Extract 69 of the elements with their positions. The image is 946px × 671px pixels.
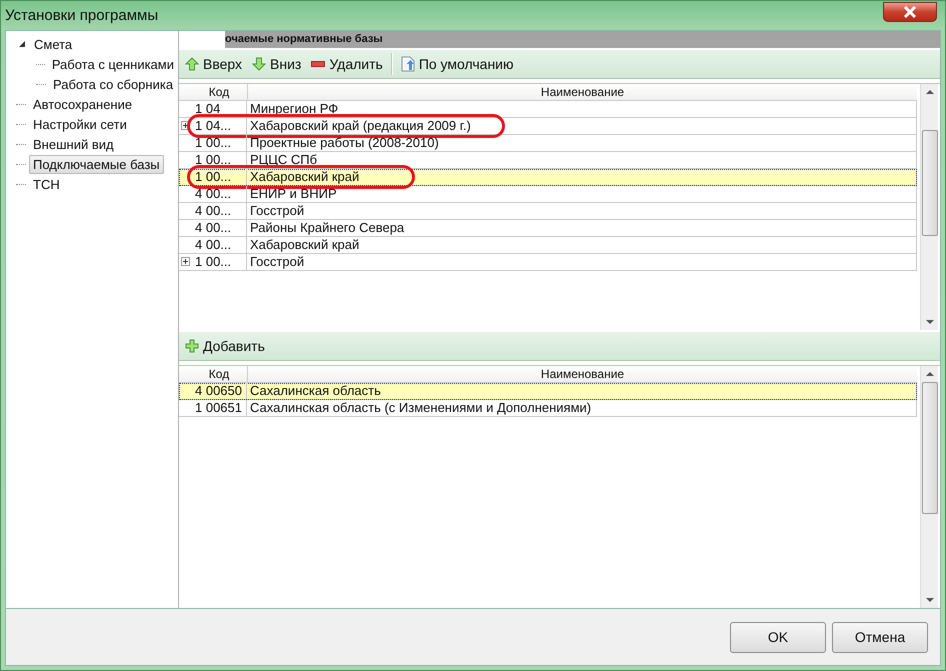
table-cell: 1 04...	[191, 118, 247, 134]
table-row[interactable]: 4 00... Госстрой	[179, 202, 917, 220]
toolbar-button[interactable]: Добавить	[183, 338, 267, 354]
table-cell-text: Госстрой	[249, 202, 304, 219]
table-row[interactable]: 1 00... Проектные работы (2008-2010)	[179, 134, 917, 152]
table-row[interactable]: 1 04... Хабаровский край (редакция 2009 г.)	[179, 118, 917, 135]
ok-button[interactable]: OK	[730, 622, 826, 652]
minus-icon	[311, 60, 326, 67]
close-button[interactable]	[883, 2, 937, 22]
table-row[interactable]: 1 00651 Сахалинская область (с Изменениями и Дополнениями)	[179, 400, 917, 417]
table-cell-text: Минрегион РФ	[249, 100, 338, 117]
toolbar-button[interactable]: Вверх	[183, 56, 244, 72]
table-row[interactable]: 1 00... Госстрой	[179, 254, 917, 271]
table-cell-text: Хабаровский край (редакция 2009 г.)	[249, 118, 471, 134]
table-cell: 4 00650	[191, 382, 247, 399]
close-icon	[902, 6, 918, 18]
table-cell: 4 00...	[191, 186, 247, 202]
table-cell: 4 00...	[191, 202, 247, 219]
scroll-thumb[interactable]	[922, 130, 938, 236]
column-header[interactable]: Код	[191, 366, 248, 382]
table-cell-text: Сахалинская область	[249, 382, 381, 399]
tree-item[interactable]: ТСН	[29, 174, 64, 194]
table-cell-text: Проектные работы (2008-2010)	[249, 134, 439, 151]
tree-item[interactable]: Настройки сети	[29, 114, 131, 134]
scroll-thumb[interactable]	[922, 382, 938, 514]
table-row[interactable]: 1 04 Минрегион РФ	[179, 100, 917, 118]
expand-plus-icon[interactable]	[180, 257, 190, 266]
table-cell: 1 00...	[191, 254, 247, 270]
table-cell: 1 00...	[191, 168, 247, 185]
table-cell-text: Районы Крайнего Севера	[249, 220, 404, 236]
table-cell-text: Сахалинская область (с Изменениями и Дополнениями)	[249, 400, 592, 416]
scrollbar[interactable]	[920, 84, 938, 330]
table-cell-text: Хабаровский край	[249, 168, 360, 185]
table-cell: 1 00651	[191, 400, 247, 416]
window-title: Установки программы	[5, 7, 158, 24]
down-arrow-icon	[252, 56, 266, 71]
collapse-triangle-icon[interactable]	[18, 40, 26, 48]
table-cell: 4 00...	[191, 220, 247, 236]
table-row[interactable]: 4 00650 Сахалинская область	[179, 382, 917, 400]
toolbar-button[interactable]: По умолчанию	[398, 56, 516, 72]
table-cell-text: Госстрой	[249, 254, 304, 270]
table-cell-text: РЦЦС СПб	[249, 152, 318, 168]
toolbar-button[interactable]: Вниз	[250, 56, 304, 72]
table-cell: 1 04	[191, 100, 247, 117]
tree-item[interactable]: Автосохранение	[29, 94, 136, 114]
panel-title: очаемые нормативные базы	[225, 31, 940, 48]
plus-icon	[185, 338, 199, 353]
tree-item[interactable]: Внешний вид	[29, 134, 118, 154]
cancel-button[interactable]: Отмена	[832, 622, 928, 652]
table-cell: 1 00...	[191, 134, 247, 151]
table-row[interactable]: 4 00... Хабаровский край	[179, 236, 917, 254]
column-header[interactable]: Наименование	[248, 84, 917, 100]
table-row[interactable]: 4 00... ЕНИР и ВНИР	[179, 186, 917, 203]
table-cell: 1 00...	[191, 152, 247, 168]
tree-item[interactable]: Подключаемые базы	[29, 154, 164, 174]
document-arrow-icon	[400, 56, 415, 72]
column-header[interactable]: Наименование	[248, 366, 917, 382]
toolbar-button[interactable]: Удалить	[309, 56, 385, 72]
table-cell-text: Хабаровский край	[249, 236, 360, 253]
table-row[interactable]: 4 00... Районы Крайнего Севера	[179, 220, 917, 237]
expand-plus-icon[interactable]	[180, 121, 190, 130]
table-cell-text: ЕНИР и ВНИР	[249, 186, 337, 202]
table-cell: 4 00...	[191, 236, 247, 253]
column-header[interactable]: Код	[191, 84, 248, 100]
scrollbar[interactable]	[920, 366, 938, 608]
tree-item[interactable]: Работа с ценниками	[48, 54, 178, 74]
tree-item[interactable]: Работа со сборника	[49, 74, 178, 94]
up-arrow-icon	[185, 56, 199, 71]
tree-item[interactable]: Смета	[30, 34, 76, 54]
